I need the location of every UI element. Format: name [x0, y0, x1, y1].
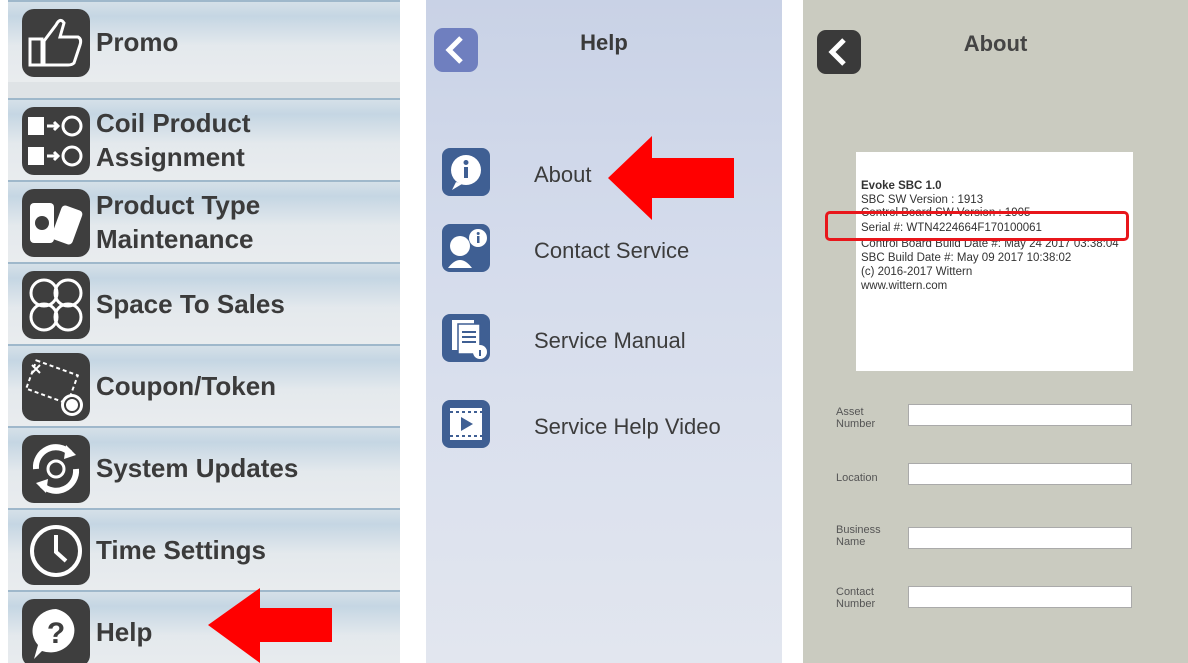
business-name-field[interactable]	[908, 527, 1132, 549]
clock-icon	[22, 517, 90, 585]
menu-item-label: Time Settings	[96, 535, 267, 565]
menu-item-label: System Updates	[96, 453, 299, 483]
location-field[interactable]	[908, 463, 1132, 485]
contact-number-label: Contact Number	[836, 586, 876, 610]
menu-item-promo[interactable]: Promo	[8, 0, 400, 82]
product-type-icon	[22, 189, 90, 257]
help-panel: Help About Contact Service Service Manua…	[426, 0, 782, 663]
help-item-contact-service[interactable]: Contact Service	[442, 224, 772, 284]
copyright: (c) 2016-2017 Wittern	[861, 266, 973, 278]
menu-item-system-updates[interactable]: System Updates	[8, 426, 400, 508]
left-arrow-icon	[608, 136, 734, 220]
help-item-label: Contact Service	[534, 238, 690, 263]
website: www.wittern.com	[861, 280, 948, 292]
menu-item-product-type-maintenance[interactable]: Product Type Maintenance	[8, 180, 400, 262]
manual-icon	[442, 314, 490, 362]
thumbs-up-icon	[22, 9, 90, 77]
about-panel: About Evoke SBC 1.0 SBC SW Version : 191…	[803, 0, 1188, 663]
location-label: Location	[836, 472, 878, 484]
help-icon: ?	[22, 599, 90, 663]
svg-text:?: ?	[47, 617, 65, 650]
menu-item-coupon-token[interactable]: Coupon/Token	[8, 344, 400, 426]
left-arrow-icon	[208, 588, 332, 663]
coupon-icon	[22, 353, 90, 421]
space-to-sales-icon	[22, 271, 90, 339]
business-name-label: Business Name	[836, 524, 881, 548]
system-updates-icon	[22, 435, 90, 503]
info-icon	[442, 148, 490, 196]
asset-number-field[interactable]	[908, 404, 1132, 426]
video-icon	[442, 400, 490, 448]
help-item-label: Service Manual	[534, 328, 686, 353]
menu-item-label: Coupon/Token	[96, 371, 277, 401]
page-title: About	[963, 31, 1028, 56]
menu-item-time-settings[interactable]: Time Settings	[8, 508, 400, 590]
asset-number-label: Asset Number	[836, 406, 876, 430]
product-name: Evoke SBC 1.0	[861, 180, 942, 192]
version-info-box: Evoke SBC 1.0 SBC SW Version : 1913 Cont…	[856, 152, 1133, 371]
contact-number-field[interactable]	[908, 586, 1132, 608]
help-item-service-help-video[interactable]: Service Help Video	[442, 400, 772, 460]
coil-assignment-icon	[22, 107, 90, 175]
menu-item-help[interactable]: ? Help	[8, 590, 400, 663]
contact-service-icon	[442, 224, 490, 272]
sbc-build-date: SBC Build Date #: May 09 2017 10:38:02	[861, 252, 1072, 264]
page-title: Help	[580, 30, 628, 55]
help-item-service-manual[interactable]: Service Manual	[442, 314, 772, 374]
menu-item-label: Product Type Maintenance	[96, 190, 261, 254]
help-item-label: Service Help Video	[534, 414, 721, 439]
serial-highlight-box	[825, 211, 1129, 241]
menu-item-coil-product-assignment[interactable]: Coil Product Assignment	[8, 98, 400, 180]
menu-item-label: Promo	[96, 27, 179, 57]
help-item-label: About	[534, 162, 592, 187]
menu-item-label: Space To Sales	[96, 289, 285, 319]
settings-menu-panel: Promo Coil Product Assignment Product Ty…	[8, 0, 400, 663]
sbc-sw-version: SBC SW Version : 1913	[861, 194, 984, 206]
menu-item-space-to-sales[interactable]: Space To Sales	[8, 262, 400, 344]
menu-item-label: Coil Product Assignment	[96, 108, 251, 172]
